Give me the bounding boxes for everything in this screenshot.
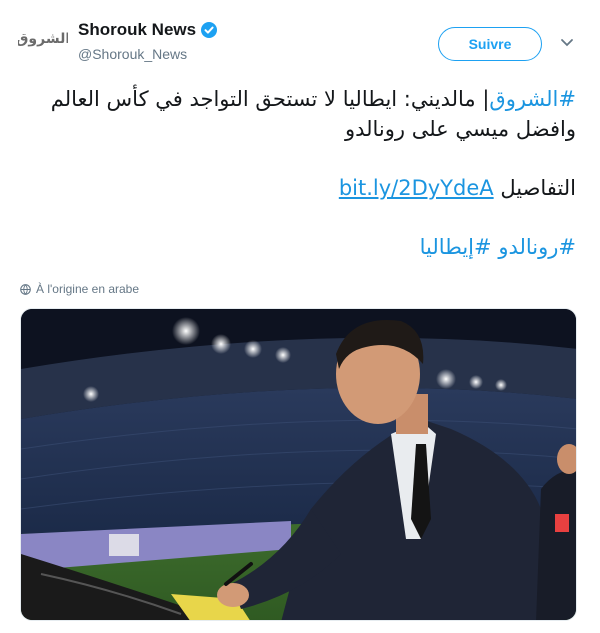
headline-line2: وافضل ميسي على رونالدو <box>344 117 576 141</box>
logo-text: الشروق <box>18 31 68 47</box>
translation-notice[interactable]: À l'origine en arabe <box>20 282 139 296</box>
headline-text: | مالديني: ايطاليا لا تستحق التواجد في ك… <box>50 87 490 111</box>
tweet-body: #الشروق| مالديني: ايطاليا لا تستحق التوا… <box>20 84 576 262</box>
chevron-down-icon[interactable] <box>560 38 574 48</box>
display-name[interactable]: Shorouk News <box>78 20 196 40</box>
tweet-headline: #الشروق| مالديني: ايطاليا لا تستحق التوا… <box>20 84 576 114</box>
account-handle[interactable]: @Shorouk_News <box>78 46 187 62</box>
globe-icon <box>20 283 31 295</box>
follow-button[interactable]: Suivre <box>438 27 542 61</box>
tweet-photo[interactable] <box>20 308 577 621</box>
verified-badge-icon <box>201 22 218 38</box>
account-avatar[interactable]: الشروق <box>16 22 70 52</box>
hashtag-italy[interactable]: #إيطاليا <box>420 235 492 259</box>
stadium-photo-image <box>21 309 576 620</box>
hashtag-source[interactable]: #الشروق <box>489 87 576 111</box>
translation-label: À l'origine en arabe <box>36 282 140 296</box>
details-link[interactable]: bit.ly/2DyYdeA <box>339 176 494 200</box>
tweet-header: الشروق Shorouk News @Shorouk_News Suivre <box>0 0 600 80</box>
shorouk-logo-icon: الشروق <box>16 28 70 47</box>
details-row: التفاصيل bit.ly/2DyYdeA <box>20 173 576 203</box>
details-label: التفاصيل <box>500 176 576 200</box>
hashtag-ronaldo[interactable]: #رونالدو <box>498 235 576 259</box>
hashtags-row: #رونالدو #إيطاليا <box>20 232 576 262</box>
name-row: Shorouk News <box>78 20 218 40</box>
